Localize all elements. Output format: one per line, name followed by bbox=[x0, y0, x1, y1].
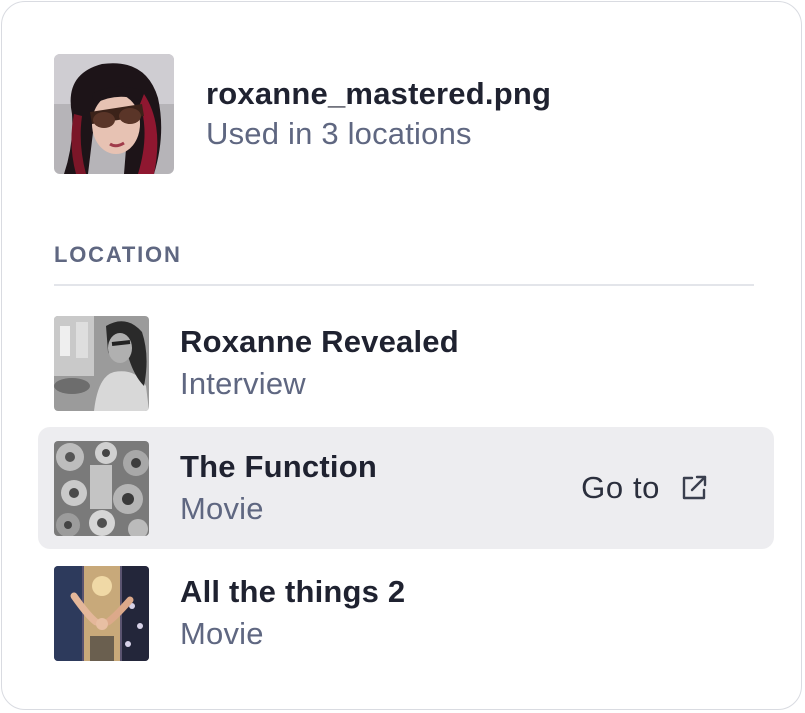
location-type: Movie bbox=[180, 616, 264, 651]
divider bbox=[54, 284, 754, 286]
location-row[interactable]: Roxanne Revealed Interview bbox=[38, 302, 774, 424]
location-thumbnail bbox=[54, 315, 149, 411]
location-title: The Function bbox=[180, 449, 377, 484]
location-row[interactable]: All the things 2 Movie bbox=[38, 552, 774, 674]
location-thumbnail bbox=[54, 440, 149, 536]
location-type: Movie bbox=[180, 491, 264, 526]
location-title: Roxanne Revealed bbox=[180, 324, 459, 359]
location-row[interactable]: The Function Movie Go to bbox=[38, 427, 774, 549]
location-list: Roxanne Revealed Interview The Function … bbox=[38, 302, 774, 677]
location-title: All the things 2 bbox=[180, 574, 406, 609]
file-usage-count: Used in 3 locations bbox=[206, 116, 472, 151]
go-to-label: Go to bbox=[581, 470, 660, 505]
file-name: roxanne_mastered.png bbox=[206, 76, 552, 111]
location-type: Interview bbox=[180, 366, 306, 401]
go-to-button[interactable]: Go to bbox=[581, 427, 710, 549]
section-label: LOCATION bbox=[54, 242, 182, 267]
external-link-icon bbox=[678, 472, 710, 504]
file-thumbnail bbox=[54, 54, 174, 174]
file-header: roxanne_mastered.png Used in 3 locations bbox=[54, 54, 551, 174]
file-usage-card: roxanne_mastered.png Used in 3 locations… bbox=[1, 1, 802, 710]
location-thumbnail bbox=[54, 565, 149, 661]
